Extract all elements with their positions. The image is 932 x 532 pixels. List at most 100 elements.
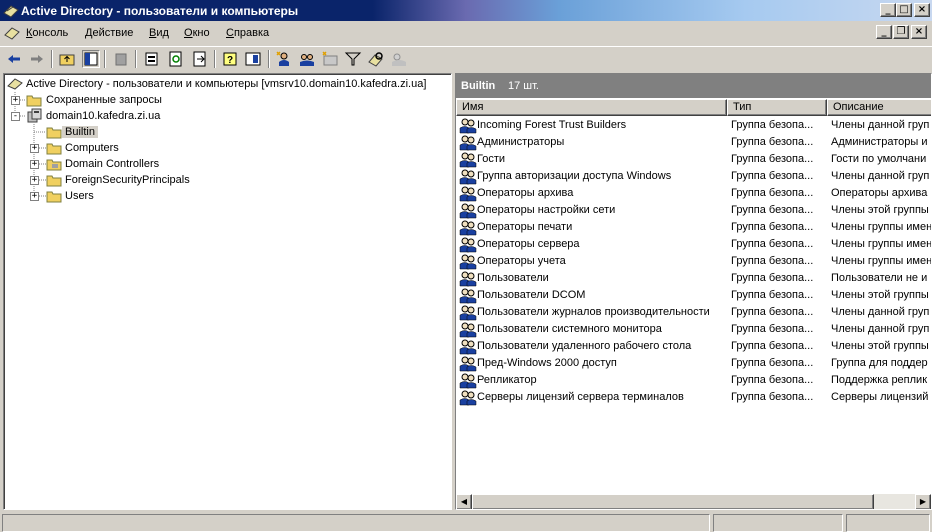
add-to-group-icon[interactable] — [390, 50, 408, 68]
collapse-icon[interactable]: - — [11, 112, 20, 121]
menu-action[interactable]: Действие — [85, 27, 133, 39]
list-item-type: Группа безопа... — [731, 340, 814, 352]
tree-item-builtin[interactable]: Builtin — [4, 124, 451, 140]
tree-item-label: domain10.kafedra.zi.ua — [46, 110, 161, 122]
expand-icon[interactable]: + — [30, 160, 39, 169]
list-item-type: Группа безопа... — [731, 391, 814, 403]
tree-item-label: ForeignSecurityPrincipals — [65, 174, 190, 186]
forward-icon[interactable] — [28, 50, 46, 68]
list-item[interactable]: Операторы учета Группа безопа... Члены гру… — [456, 253, 932, 270]
details-pane[interactable]: Builtin 17 шт. Имя Тип Описание Incoming… — [455, 73, 932, 510]
tree-item-computers[interactable]: + Computers — [4, 140, 451, 156]
list-item[interactable]: Репликатор Группа безопа... Поддержка репл… — [456, 372, 931, 389]
list-item-name: Incoming Forest Trust Builders — [477, 119, 627, 131]
close-button[interactable]: × — [914, 3, 930, 17]
list-item[interactable]: Операторы печати Группа безопа... Члены гр… — [456, 219, 931, 236]
group-icon — [459, 253, 477, 270]
help-icon[interactable]: ? — [221, 50, 239, 68]
up-folder-icon[interactable] — [58, 50, 76, 68]
expand-icon[interactable]: + — [30, 192, 39, 201]
menu-console[interactable]: Консоль — [26, 27, 68, 39]
list-item-name: Гости — [477, 153, 506, 165]
menu-view[interactable]: Вид — [149, 27, 169, 39]
list-item[interactable]: Группа авторизации доступа Windows Группа… — [456, 168, 931, 185]
list-item-description: Члены группы имен — [831, 255, 932, 267]
status-bar — [0, 512, 932, 532]
tree-item-foreign-security-principals[interactable]: + ForeignSecurityPrincipals — [4, 172, 451, 188]
list-item-description: Члены данной груп — [831, 119, 930, 131]
list-item[interactable]: Пред-Windows 2000 доступ Группа безопа...… — [456, 355, 931, 372]
list-item[interactable]: Серверы лицензий сервера терминалов Групп… — [456, 389, 931, 406]
toolbar-separator — [51, 50, 53, 68]
list-item[interactable]: Пользователи DCOM Группа безопа... Члены э… — [456, 287, 931, 304]
minimize-button[interactable]: _ — [880, 3, 896, 17]
list-item-type: Группа безопа... — [731, 170, 814, 182]
toolbar-separator — [214, 50, 216, 68]
show-tree-icon[interactable] — [82, 50, 100, 68]
refresh-icon[interactable] — [167, 50, 185, 68]
mdi-close-button[interactable]: × — [911, 25, 927, 39]
column-header-type[interactable]: Тип — [727, 99, 827, 116]
list-item[interactable]: Администраторы Группа безопа... Администра… — [456, 134, 931, 151]
list-item-name: Пользователи журналов производительности — [477, 306, 710, 318]
folder-icon — [46, 127, 62, 139]
new-user-icon[interactable] — [275, 50, 293, 68]
mdi-restore-button[interactable]: ❐ — [893, 25, 909, 39]
list-item[interactable]: Пользователи журналов производительности… — [456, 304, 931, 321]
export-list-icon[interactable] — [191, 50, 209, 68]
list-item[interactable]: Операторы сервера Группа безопа... Члены г… — [456, 236, 932, 253]
folder-icon — [26, 95, 42, 107]
list-item-description: Члены данной груп — [831, 306, 930, 318]
find-icon[interactable] — [367, 50, 385, 68]
menu-window[interactable]: Окно — [184, 27, 210, 39]
show-console-tree-icon[interactable] — [244, 50, 262, 68]
new-ou-icon[interactable] — [321, 50, 339, 68]
tree-item-label: Сохраненные запросы — [46, 94, 162, 106]
tree-item-label: Builtin — [62, 126, 98, 138]
list-item[interactable]: Пользователи системного монитора Группа б… — [456, 321, 931, 338]
list-item-description: Члены этой группы — [831, 340, 929, 352]
delete-icon[interactable] — [112, 50, 130, 68]
tree-item-users[interactable]: + Users — [4, 188, 451, 204]
menu-help[interactable]: Справка — [226, 27, 269, 39]
group-icon — [459, 372, 477, 389]
maximize-button[interactable]: □ — [896, 3, 912, 17]
horizontal-scrollbar[interactable]: ◀ ▶ — [456, 494, 931, 509]
expand-icon[interactable]: + — [30, 144, 39, 153]
list-item-description: Администраторы и — [831, 136, 928, 148]
list-item[interactable]: Операторы настройки сети Группа безопа...… — [456, 202, 931, 219]
folder-icon — [46, 143, 62, 155]
properties-icon[interactable] — [143, 50, 161, 68]
console-tree[interactable]: Active Directory - пользователи и компью… — [3, 73, 452, 510]
scroll-thumb[interactable] — [472, 494, 874, 509]
mdi-minimize-button[interactable]: _ — [876, 25, 892, 39]
toolbar-separator — [104, 50, 106, 68]
column-header-description[interactable]: Описание — [827, 99, 931, 116]
column-header-name[interactable]: Имя — [456, 99, 727, 116]
list-item-name: Операторы учета — [477, 255, 566, 267]
list-item-name: Пользователи DCOM — [477, 289, 586, 301]
back-icon[interactable] — [5, 50, 23, 68]
new-group-icon[interactable] — [298, 50, 316, 68]
list-item-description: Члены группы имен — [831, 238, 932, 250]
list-item-description: Члены данной груп — [831, 170, 930, 182]
tree-root[interactable]: Active Directory - пользователи и компью… — [4, 76, 451, 92]
list-item-name: Пред-Windows 2000 доступ — [477, 357, 617, 369]
list-item[interactable]: Операторы архива Группа безопа... Оператор… — [456, 185, 931, 202]
scroll-right-button[interactable]: ▶ — [915, 494, 931, 509]
list-item[interactable]: Гости Группа безопа... Гости по умолчани — [456, 151, 931, 168]
list-item-name: Репликатор — [477, 374, 537, 386]
tree-item-domain[interactable]: - domain10.kafedra.zi.ua — [4, 108, 451, 124]
tree-item-label: Computers — [65, 142, 119, 154]
list-item[interactable]: Пользователи удаленного рабочего стола Гр… — [456, 338, 931, 355]
scroll-left-button[interactable]: ◀ — [456, 494, 472, 509]
list-item[interactable]: Пользователи Группа безопа... Пользователи… — [456, 270, 931, 287]
list-item-description: Серверы лицензий — [831, 391, 929, 403]
expand-icon[interactable]: + — [30, 176, 39, 185]
tree-item-saved-queries[interactable]: + Сохраненные запросы — [4, 92, 451, 108]
expand-icon[interactable]: + — [11, 96, 20, 105]
console-icon[interactable] — [4, 26, 20, 40]
filter-icon[interactable] — [344, 50, 362, 68]
tree-item-domain-controllers[interactable]: + Domain Controllers — [4, 156, 451, 172]
list-item[interactable]: Incoming Forest Trust Builders Группа без… — [456, 117, 931, 134]
